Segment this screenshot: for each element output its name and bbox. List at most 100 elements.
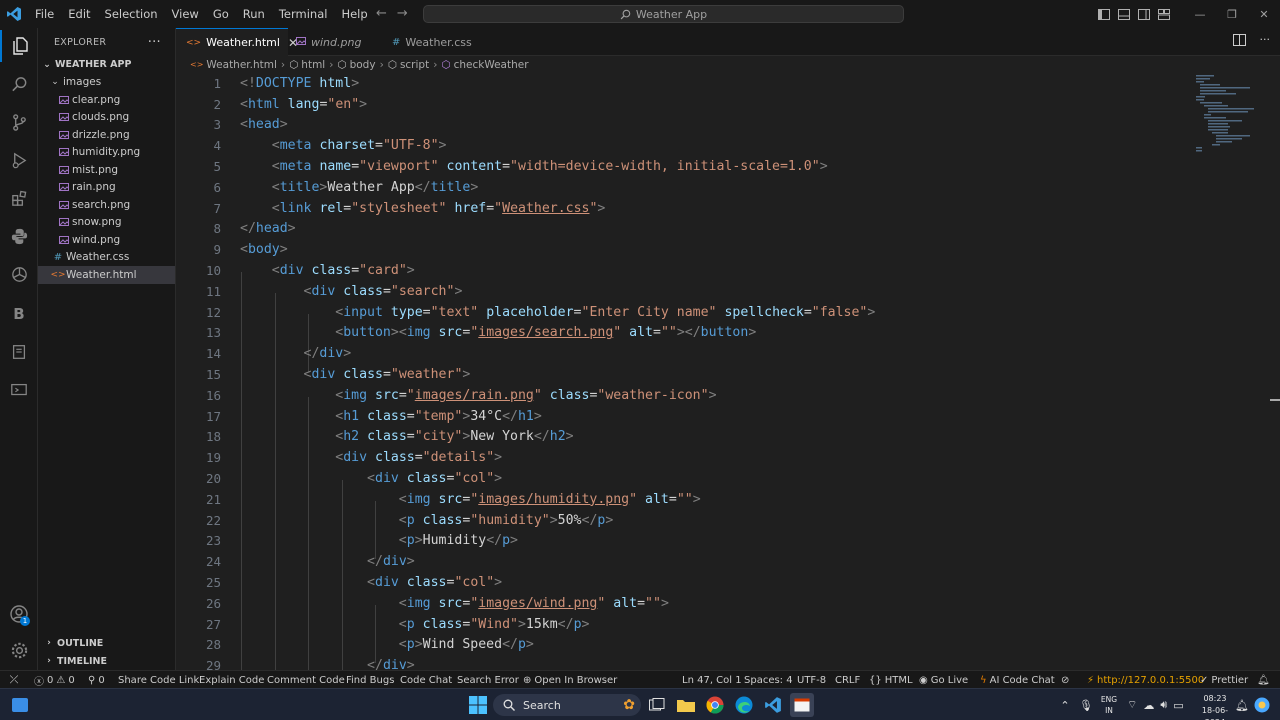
code-line[interactable]: 21 <img src="images/humidity.png" alt=""… <box>176 489 701 510</box>
code-line[interactable]: 3 <head> <box>176 115 287 136</box>
indentation-indicator[interactable]: Spaces: 4 <box>744 671 793 689</box>
tree-file-image[interactable]: drizzle.png <box>38 126 175 144</box>
clock[interactable]: 08:23 18-06-2024 <box>1195 693 1235 720</box>
source-control-icon[interactable] <box>0 106 38 138</box>
code-line[interactable]: 7 <link rel="stylesheet" href="Weather.c… <box>176 198 605 219</box>
code-line[interactable]: 28 <p>Wind Speed</p> <box>176 635 534 656</box>
code-line[interactable]: 10 <div class="card"> <box>176 260 415 281</box>
code-line[interactable]: 29 </div> <box>176 655 415 670</box>
live-server-url[interactable]: ⚡ http://127.0.0.1:5500 <box>1087 671 1204 689</box>
minimap[interactable] <box>1194 73 1264 153</box>
menu-selection[interactable]: Selection <box>98 0 165 28</box>
tree-folder-images[interactable]: ⌄ images <box>38 74 175 92</box>
prettier-button[interactable]: ✓ Prettier <box>1200 671 1248 689</box>
search-icon[interactable] <box>0 68 38 100</box>
files-icon[interactable] <box>0 30 38 62</box>
breadcrumb-html[interactable]: ⬡ html <box>289 59 325 71</box>
open-in-browser-button[interactable]: ⊕ Open In Browser <box>523 671 617 689</box>
tree-file-image[interactable]: humidity.png <box>38 144 175 162</box>
remote-explorer-icon[interactable] <box>0 374 38 406</box>
ai-code-chat-button[interactable]: ϟ AI Code Chat <box>980 671 1055 689</box>
customize-layout-icon[interactable] <box>1154 0 1174 28</box>
encoding-indicator[interactable]: UTF-8 <box>797 671 826 689</box>
account-icon[interactable]: 1 <box>0 598 38 630</box>
active-app-icon[interactable] <box>790 693 814 717</box>
code-line[interactable]: 18 <h2 class="city">New York</h2> <box>176 427 574 448</box>
widgets-icon[interactable] <box>8 693 32 717</box>
minimize-icon[interactable]: — <box>1184 0 1216 28</box>
settings-gear-icon[interactable] <box>0 634 38 666</box>
task-view-icon[interactable] <box>645 693 669 717</box>
tree-root-folder[interactable]: ⌄ WEATHER APP <box>38 56 175 74</box>
breadcrumb-file[interactable]: <> Weather.html <box>190 59 277 71</box>
search-error-button[interactable]: Search Error <box>457 671 519 689</box>
find-bugs-button[interactable]: Find Bugs <box>346 671 394 689</box>
code-line[interactable]: 20 <div class="col"> <box>176 468 502 489</box>
edge-icon[interactable] <box>732 693 756 717</box>
forward-arrow-icon[interactable]: → <box>397 6 408 21</box>
file-explorer-icon[interactable] <box>674 693 698 717</box>
code-line[interactable]: 6 <title>Weather App</title> <box>176 177 478 198</box>
code-line[interactable]: 8 </head> <box>176 219 295 240</box>
microphone-icon[interactable]: 🎙︎ <box>1076 699 1096 712</box>
menu-edit[interactable]: Edit <box>61 0 97 28</box>
code-token[interactable]: images/rain.png <box>415 388 534 403</box>
outline-section[interactable]: › OUTLINE <box>38 634 176 652</box>
comment-code-button[interactable]: Comment Code <box>267 671 345 689</box>
ports-indicator[interactable]: ⚲ 0 <box>88 671 105 689</box>
code-editor[interactable]: 1 <!DOCTYPE html> 2 <html lang="en"> 3 <head>… <box>176 73 1280 670</box>
toggle-secondary-sidebar-icon[interactable] <box>1134 0 1154 28</box>
code-line[interactable]: 25 <div class="col"> <box>176 572 502 593</box>
code-line[interactable]: 12 <input type="text" placeholder="Enter… <box>176 302 875 323</box>
code-line[interactable]: 23 <p>Humidity</p> <box>176 531 518 552</box>
tab-wind-png[interactable]: wind.png <box>288 28 380 56</box>
menu-go[interactable]: Go <box>206 0 236 28</box>
close-window-icon[interactable]: ✕ <box>1248 0 1280 28</box>
run-debug-icon[interactable] <box>0 144 38 176</box>
timeline-section[interactable]: › TIMELINE <box>38 652 176 670</box>
notification-icon[interactable]: 🔔︎ <box>1235 689 1249 720</box>
back-arrow-icon[interactable]: ← <box>376 6 387 21</box>
cursor-position[interactable]: Ln 47, Col 1 <box>682 671 742 689</box>
language-indicator[interactable]: {} HTML <box>869 671 913 689</box>
menu-terminal[interactable]: Terminal <box>272 0 335 28</box>
code-line[interactable]: 13 <button><img src="images/search.png" … <box>176 323 756 344</box>
chrome-icon[interactable] <box>703 693 727 717</box>
tree-file-image[interactable]: wind.png <box>38 231 175 249</box>
remote-indicator[interactable]: ⤫ <box>0 671 28 689</box>
scrollbar-thumb[interactable] <box>1270 399 1280 401</box>
code-line[interactable]: 9 <body> <box>176 239 287 260</box>
tab-weather-html[interactable]: <> Weather.html ✕ <box>176 28 298 56</box>
split-editor-icon[interactable] <box>1232 34 1246 46</box>
menu-run[interactable]: Run <box>236 0 272 28</box>
code-token[interactable]: Weather.css <box>502 201 589 216</box>
tree-file-image[interactable]: rain.png <box>38 179 175 197</box>
eol-indicator[interactable]: CRLF <box>835 671 860 689</box>
toggle-sidebar-icon[interactable] <box>1094 0 1114 28</box>
menu-view[interactable]: View <box>165 0 206 28</box>
tree-file-image[interactable]: mist.png <box>38 161 175 179</box>
code-line[interactable]: 2 <html lang="en"> <box>176 94 367 115</box>
code-line[interactable]: 17 <h1 class="temp">34°C</h1> <box>176 406 542 427</box>
language-indicator[interactable]: ENG IN <box>1098 694 1120 716</box>
extensions-icon[interactable] <box>0 182 38 214</box>
tab-weather-css[interactable]: # Weather.css <box>382 28 482 56</box>
code-line[interactable]: 11 <div class="search"> <box>176 281 462 302</box>
openai-icon[interactable] <box>0 258 38 290</box>
code-line[interactable]: 5 <meta name="viewport" content="width=d… <box>176 156 827 177</box>
tree-file-image[interactable]: search.png <box>38 196 175 214</box>
restore-icon[interactable]: ❐ <box>1216 0 1248 28</box>
breadcrumb-script[interactable]: ⬡ script <box>388 59 429 71</box>
go-live-button[interactable]: ◉ Go Live <box>919 671 968 689</box>
tree-file-image[interactable]: clear.png <box>38 91 175 109</box>
tree-file-image[interactable]: clouds.png <box>38 109 175 127</box>
problems-indicator[interactable]: ⓧ 0 ⚠ 0 <box>34 671 75 689</box>
code-line[interactable]: 27 <p class="Wind">15km</p> <box>176 614 590 635</box>
blackbox-icon[interactable]: B <box>0 298 38 330</box>
share-code-link-button[interactable]: Share Code Link <box>118 671 199 689</box>
copilot-taskbar-icon[interactable] <box>1254 689 1270 720</box>
explain-code-button[interactable]: Explain Code <box>199 671 264 689</box>
code-line[interactable]: 4 <meta charset="UTF-8"> <box>176 135 446 156</box>
more-actions-icon[interactable]: ··· <box>148 35 161 50</box>
menu-file[interactable]: File <box>28 0 61 28</box>
